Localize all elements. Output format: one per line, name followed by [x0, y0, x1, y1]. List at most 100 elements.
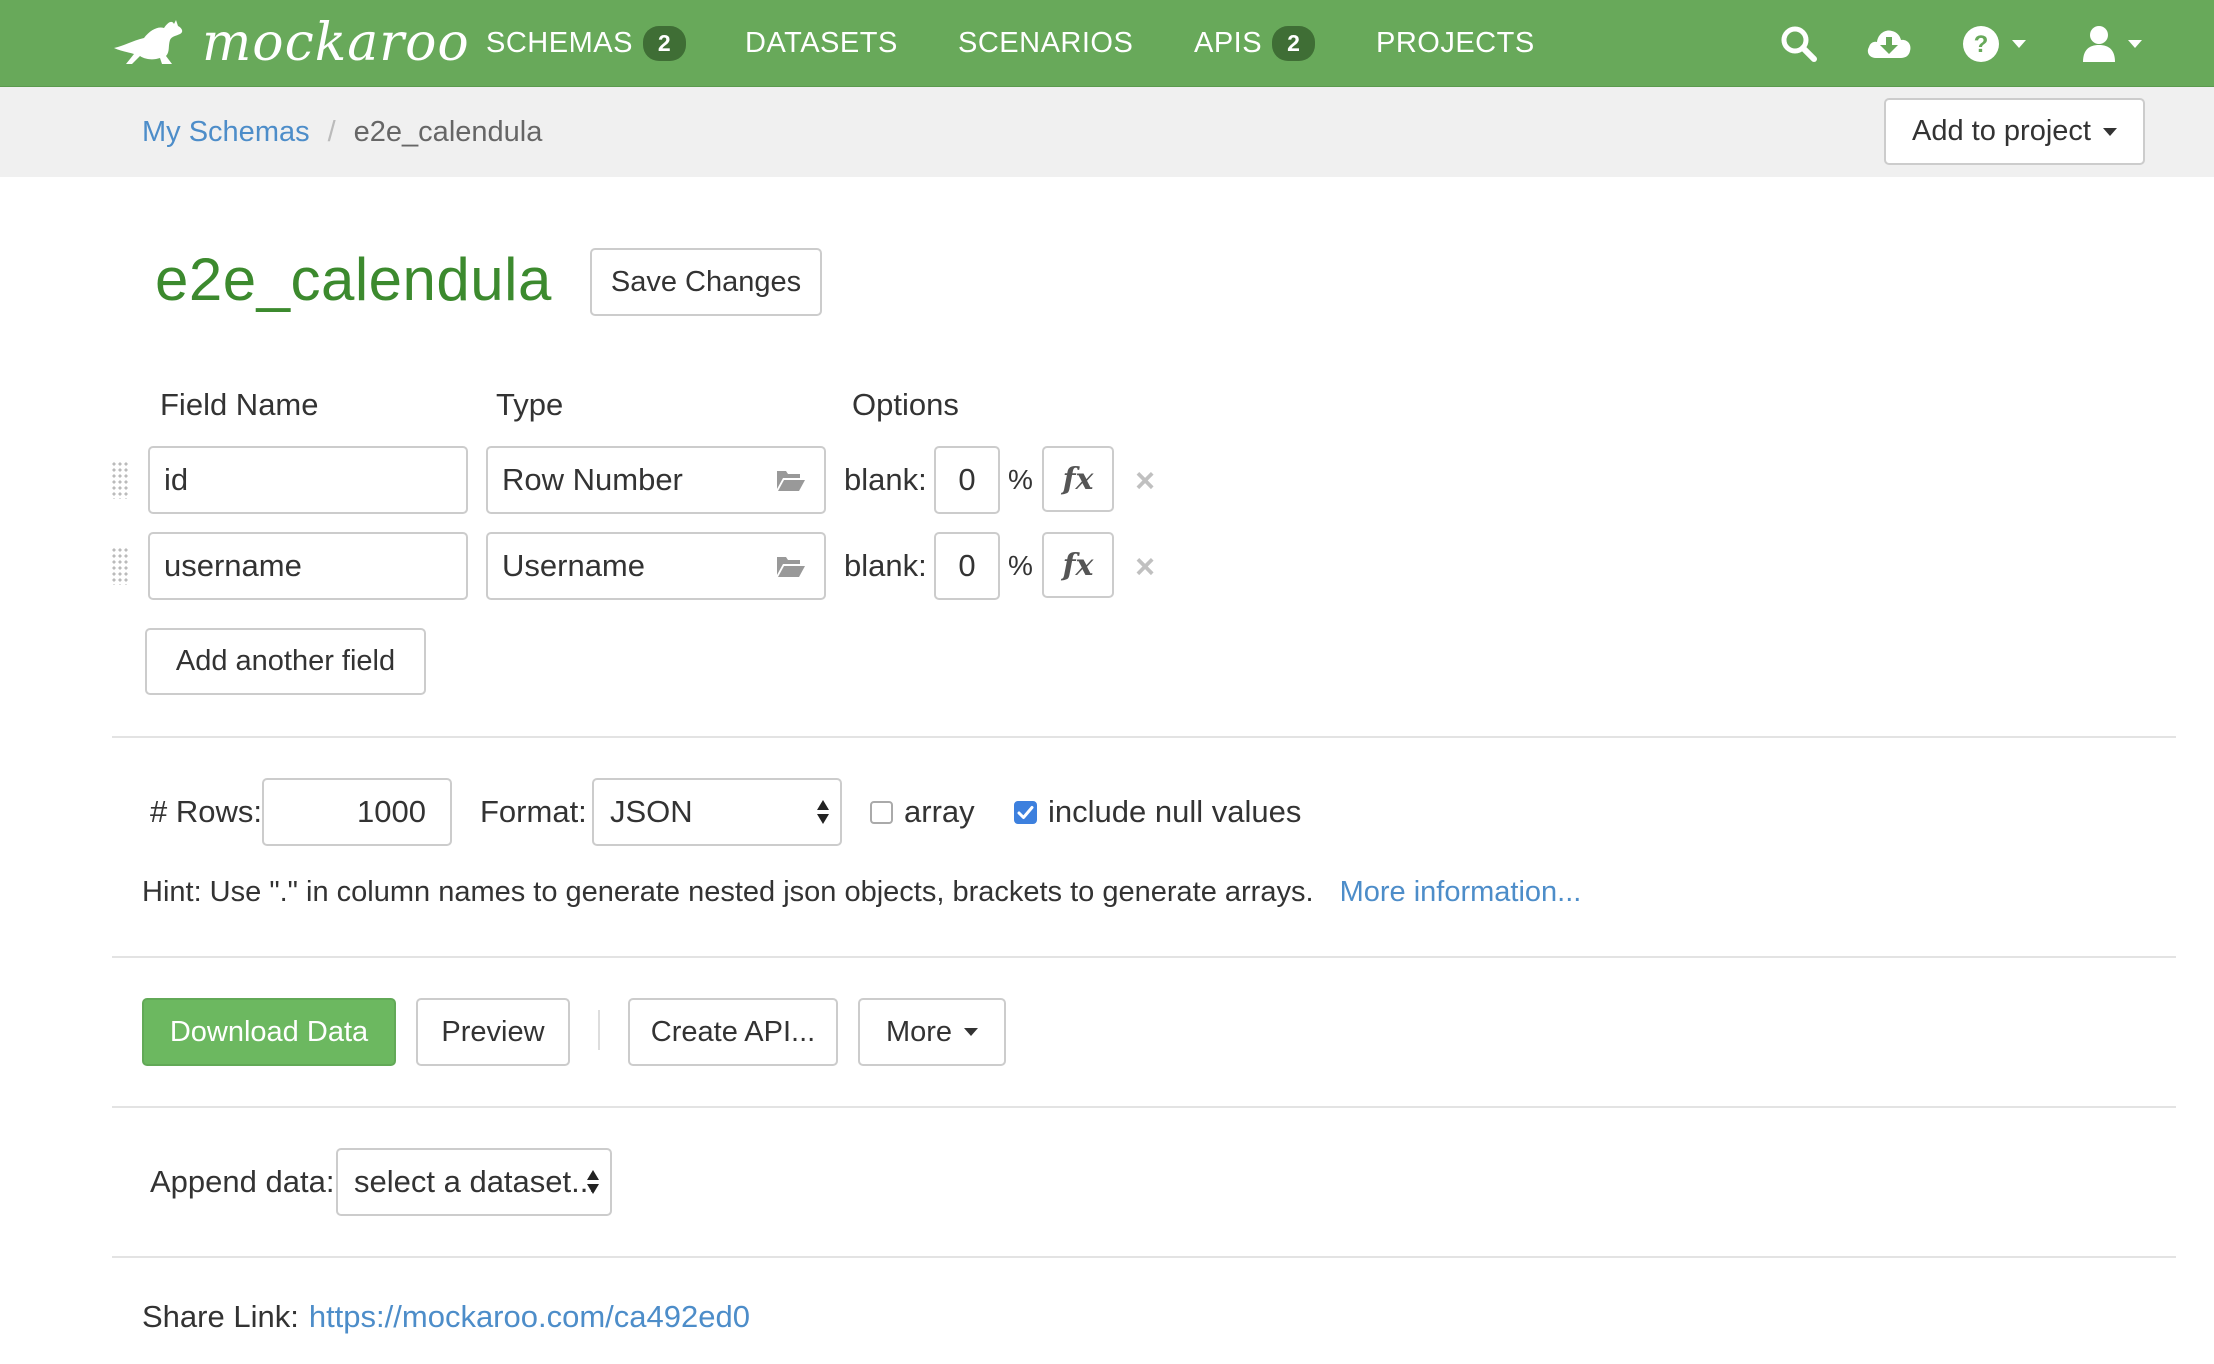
function-icon: fx [1062, 547, 1094, 583]
append-dataset-select[interactable]: select a dataset... [336, 1148, 612, 1216]
format-label: Format: [480, 794, 587, 829]
drag-handle-icon[interactable] [111, 461, 129, 499]
field-name-input[interactable]: username [148, 532, 468, 600]
nav-apis-label: APIS [1194, 27, 1263, 59]
apis-count-badge: 2 [1272, 26, 1316, 61]
formula-button[interactable]: fx [1042, 446, 1114, 512]
blank-percent-value: 0 [958, 548, 976, 583]
chevron-down-icon [964, 1028, 979, 1036]
breadcrumb-my-schemas[interactable]: My Schemas [142, 116, 310, 149]
search-icon [1781, 26, 1817, 62]
save-changes-label: Save Changes [610, 265, 802, 298]
remove-field-button[interactable]: × [1128, 542, 1162, 592]
page-title: e2e_calendula [155, 246, 552, 313]
include-null-checkbox[interactable] [1014, 801, 1037, 824]
add-to-project-button[interactable]: Add to project [1884, 98, 2145, 165]
user-menu[interactable] [2082, 0, 2142, 87]
button-separator [598, 1010, 600, 1050]
downloads-button[interactable] [1866, 0, 1912, 87]
blank-label: blank: [844, 548, 927, 583]
column-header-field-name: Field Name [160, 387, 319, 422]
select-arrows-icon [587, 1170, 599, 1194]
add-to-project-label: Add to project [1912, 115, 2091, 147]
function-icon: fx [1062, 461, 1094, 497]
breadcrumb-separator: / [327, 115, 336, 148]
breadcrumb: My Schemas / e2e_calendula [142, 87, 542, 177]
remove-field-button[interactable]: × [1128, 456, 1162, 506]
field-type-selector[interactable]: Username [486, 532, 826, 600]
field-name-input[interactable]: id [148, 446, 468, 514]
hint-text: Hint: Use "." in column names to generat… [142, 876, 1581, 909]
field-type-value: Username [502, 548, 645, 583]
format-value: JSON [610, 794, 693, 829]
blank-percent-input[interactable]: 0 [934, 532, 1000, 600]
folder-open-icon [777, 557, 805, 577]
share-link-row: Share Link: https://mockaroo.com/ca492ed… [142, 1296, 750, 1338]
add-another-field-button[interactable]: Add another field [145, 628, 426, 695]
download-data-button[interactable]: Download Data [142, 998, 396, 1066]
divider [112, 1106, 2176, 1108]
save-changes-button[interactable]: Save Changes [590, 248, 822, 316]
share-link-url[interactable]: https://mockaroo.com/ca492ed0 [309, 1299, 750, 1335]
rows-label: # Rows: [150, 794, 262, 829]
divider [112, 736, 2176, 738]
add-another-field-label: Add another field [175, 645, 396, 677]
create-api-label: Create API... [650, 1015, 816, 1048]
field-type-selector[interactable]: Row Number [486, 446, 826, 514]
close-icon: × [1135, 461, 1155, 500]
share-link-label: Share Link: [142, 1299, 299, 1334]
brand-logo[interactable]: mockaroo [110, 12, 470, 74]
chevron-down-icon [2012, 39, 2026, 48]
field-name-value: id [164, 462, 189, 497]
brand-name: mockaroo [202, 13, 470, 73]
help-icon: ? [1963, 25, 1999, 62]
search-button[interactable] [1780, 0, 1818, 87]
rows-value: 1000 [357, 794, 426, 829]
array-checkbox[interactable] [870, 801, 893, 824]
nav-projects[interactable]: PROJECTS [1376, 0, 1535, 87]
preview-label: Preview [441, 1015, 545, 1048]
schemas-count-badge: 2 [642, 26, 687, 61]
chevron-down-icon [2128, 39, 2142, 48]
field-name-value: username [164, 548, 302, 583]
preview-button[interactable]: Preview [416, 998, 570, 1066]
drag-handle-icon[interactable] [111, 547, 129, 585]
chevron-down-icon [2102, 127, 2117, 136]
cloud-download-icon [1867, 30, 1911, 58]
folder-open-icon [777, 471, 805, 491]
svg-text:?: ? [1974, 31, 1989, 58]
user-icon [2083, 25, 2115, 62]
nav-datasets[interactable]: DATASETS [745, 0, 898, 87]
percent-sign: % [1008, 464, 1033, 495]
blank-percent-input[interactable]: 0 [934, 446, 1000, 514]
column-header-options: Options [852, 387, 959, 422]
nav-schemas[interactable]: SCHEMAS 2 [486, 0, 687, 87]
nav-scenarios[interactable]: SCENARIOS [958, 0, 1133, 87]
percent-sign: % [1008, 550, 1033, 581]
checkmark-icon [1017, 806, 1034, 819]
select-arrows-icon [817, 800, 829, 824]
create-api-button[interactable]: Create API... [628, 998, 838, 1066]
close-icon: × [1135, 547, 1155, 586]
nav-apis[interactable]: APIS 2 [1194, 0, 1316, 87]
field-type-value: Row Number [502, 462, 683, 497]
help-menu[interactable]: ? [1962, 0, 2026, 87]
more-information-link[interactable]: More information... [1340, 876, 1582, 908]
top-navbar: mockaroo SCHEMAS 2 DATASETS SCENARIOS AP… [0, 0, 2214, 87]
breadcrumb-current: e2e_calendula [353, 115, 543, 148]
nav-datasets-label: DATASETS [745, 27, 898, 59]
breadcrumb-bar: My Schemas / e2e_calendula Add to projec… [0, 87, 2214, 177]
nav-schemas-label: SCHEMAS [486, 27, 633, 59]
blank-label: blank: [844, 462, 927, 497]
format-select[interactable]: JSON [592, 778, 842, 846]
rows-input[interactable]: 1000 [262, 778, 452, 846]
more-button[interactable]: More [858, 998, 1006, 1066]
append-data-label: Append data: [150, 1164, 335, 1199]
hint-message: Hint: Use "." in column names to generat… [142, 876, 1314, 908]
formula-button[interactable]: fx [1042, 532, 1114, 598]
download-data-label: Download Data [169, 1015, 369, 1048]
append-dataset-value: select a dataset... [354, 1164, 597, 1199]
nav-scenarios-label: SCENARIOS [958, 27, 1134, 59]
more-label: More [885, 1015, 953, 1048]
kangaroo-icon [114, 20, 183, 64]
